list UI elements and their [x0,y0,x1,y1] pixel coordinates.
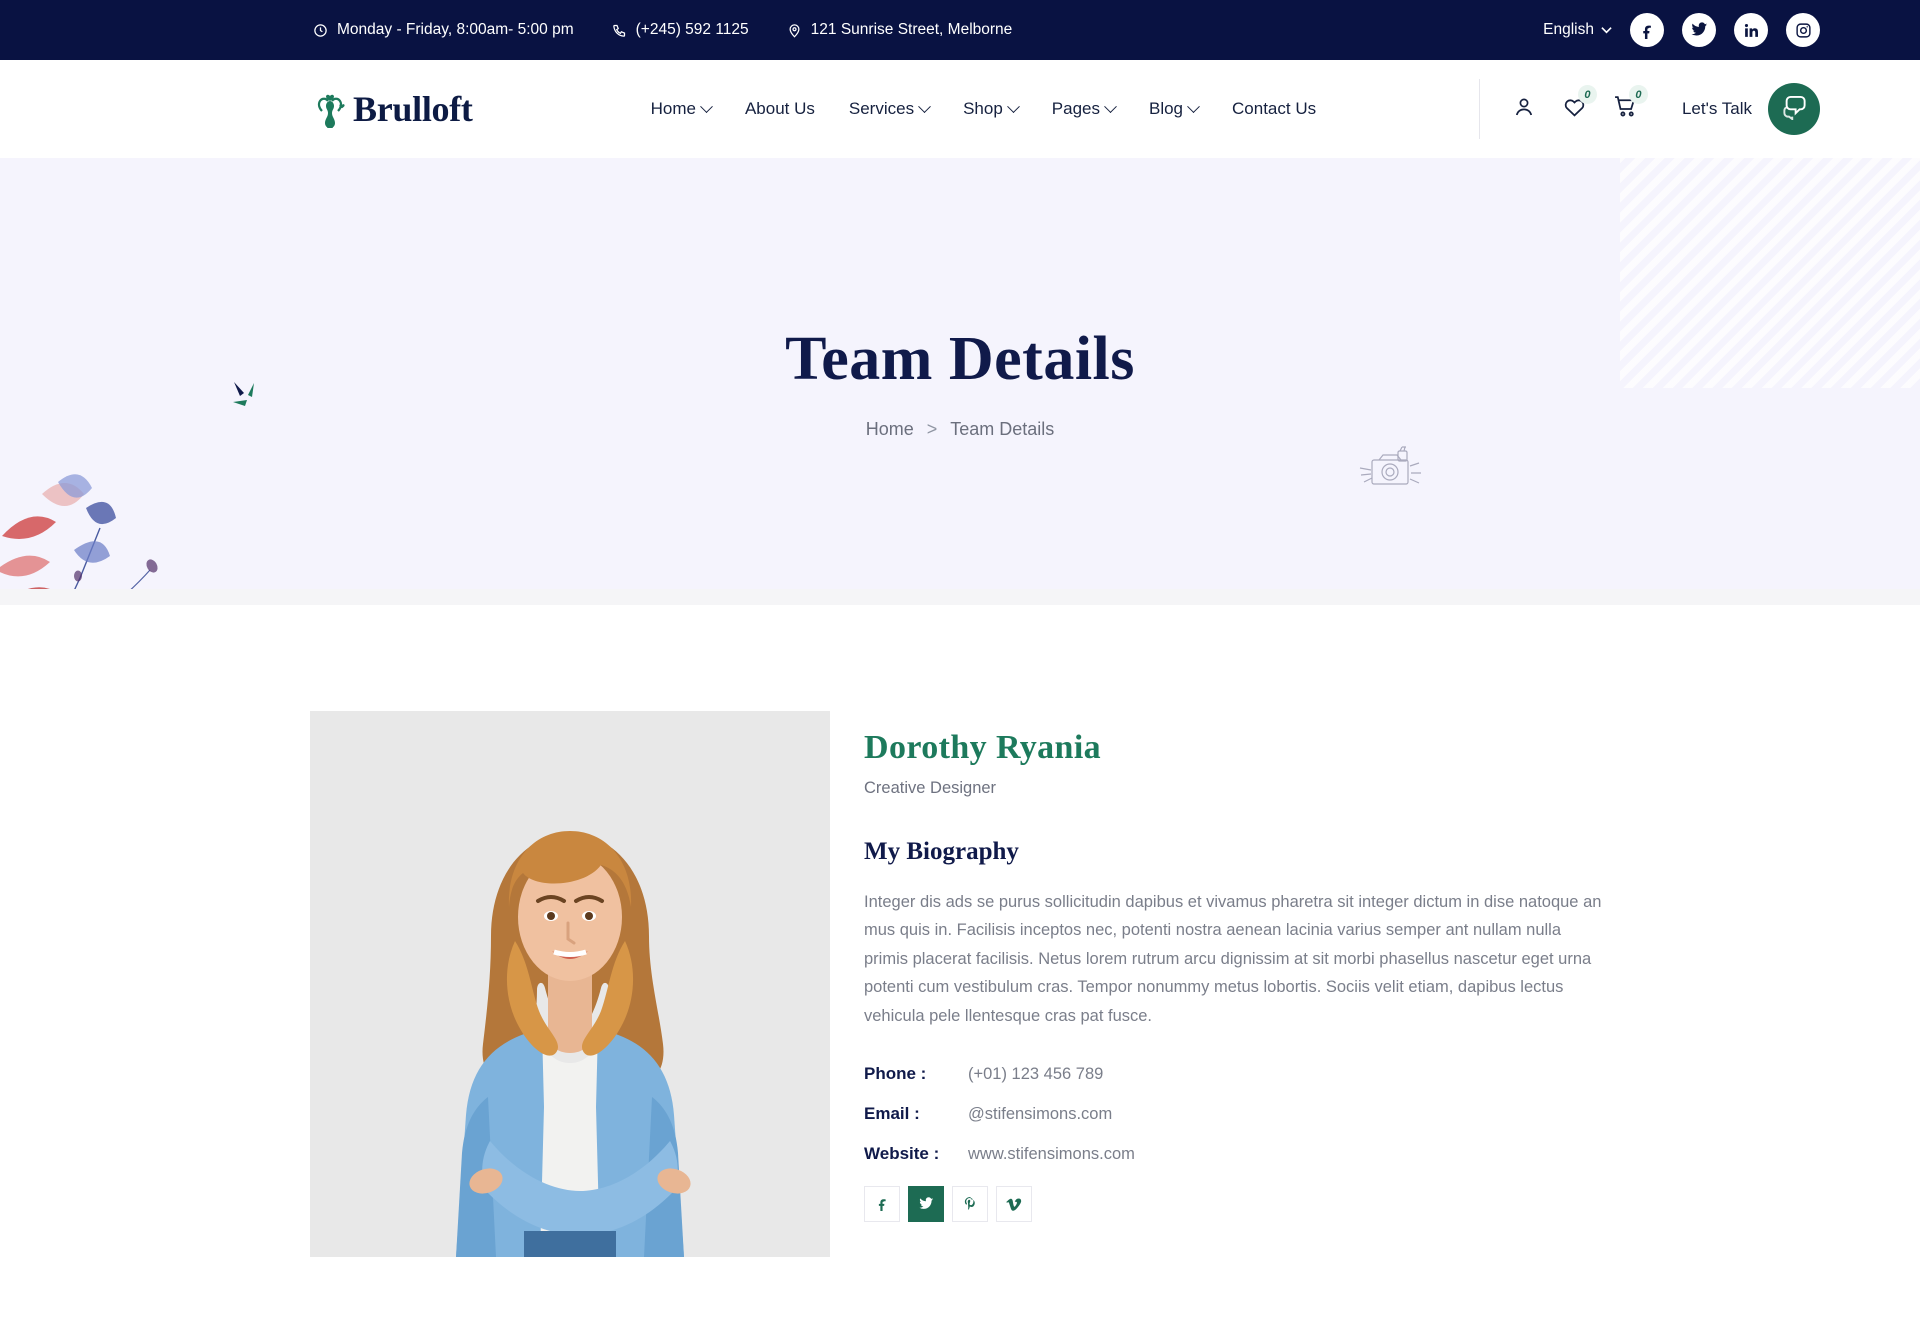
nav-item-shop[interactable]: Shop [963,99,1020,119]
header-divider [1478,79,1480,139]
facebook-icon [875,1196,890,1212]
top-bar-actions: English [1543,13,1820,47]
chat-button[interactable] [1768,83,1820,135]
wishlist-count-badge: 0 [1577,85,1597,104]
header-actions: 0 0 Let's Talk [1478,79,1820,139]
member-social-twitter[interactable] [908,1185,944,1222]
confetti-decoration-icon [228,376,270,414]
chevron-down-icon [1187,99,1200,113]
lets-talk-label[interactable]: Let's Talk [1682,99,1752,119]
linkedin-icon [1743,22,1760,39]
contact-value-website[interactable]: www.stifensimons.com [968,1145,1135,1164]
social-link-twitter[interactable] [1682,13,1716,47]
chat-bubbles-icon [1781,93,1808,125]
nav-label-home: Home [650,99,696,118]
contact-value-email[interactable]: @stifensimons.com [968,1105,1112,1124]
nav-label-about-us: About Us [744,99,815,118]
breadcrumb-current: Team Details [950,418,1055,439]
clock-icon [313,23,328,38]
user-icon [1512,98,1536,123]
account-button[interactable] [1512,95,1536,124]
chevron-down-icon [1104,99,1117,113]
member-photo-column [310,711,830,1257]
phone-icon [612,23,627,38]
facebook-icon [1639,22,1656,39]
site-header: Brulloft Home About Us Services Shop Pag… [0,60,1920,158]
contact-address-text: 121 Sunrise Street, Melborne [810,21,1013,38]
contact-row-phone: Phone : (+01) 123 456 789 [864,1064,1610,1084]
member-role: Creative Designer [864,779,997,797]
location-pin-icon [787,23,802,38]
nav-label-contact-us: Contact Us [1232,99,1317,118]
team-details-section: Dorothy Ryania Creative Designer My Biog… [0,605,1920,1257]
nav-item-services[interactable]: Services [848,99,931,119]
social-link-facebook[interactable] [1630,13,1664,47]
peacock-logo-icon [313,89,347,129]
vimeo-icon [1006,1196,1022,1212]
pinterest-icon [963,1196,978,1211]
cart-button[interactable]: 0 [1613,85,1648,124]
contact-label-website: Website : [864,1143,940,1163]
page-hero: Team Details Home > Team Details [0,158,1920,605]
brand-name: Brulloft [353,89,473,129]
breadcrumb-separator: > [926,418,938,439]
twitter-icon [918,1196,934,1212]
brand-logo[interactable]: Brulloft [313,88,473,130]
shopping-cart-icon [1613,96,1638,123]
member-portrait-photo [310,711,830,1257]
business-hours-text: Monday - Friday, 8:00am- 5:00 pm [337,21,574,38]
wishlist-button[interactable]: 0 [1562,85,1597,124]
instagram-icon [1795,22,1812,39]
member-name: Dorothy Ryania [864,729,1102,766]
camera-sketch-icon [1355,443,1427,495]
nav-item-blog[interactable]: Blog [1148,99,1200,119]
member-social-facebook[interactable] [864,1185,900,1222]
chevron-down-icon [700,99,713,113]
social-link-instagram[interactable] [1786,13,1820,47]
twitter-icon [1690,21,1708,39]
diagonal-stripes-decoration [1620,158,1920,388]
heart-icon [1562,99,1587,123]
biography-heading: My Biography [864,838,1019,865]
social-link-linkedin[interactable] [1734,13,1768,47]
contact-row-email: Email : @stifensimons.com [864,1104,1610,1124]
top-bar: Monday - Friday, 8:00am- 5:00 pm (+245) … [0,0,1920,60]
language-label: English [1543,21,1594,38]
member-info-column: Dorothy Ryania Creative Designer My Biog… [864,711,1610,1257]
member-social-links [864,1185,1610,1222]
chevron-down-icon [1601,21,1612,39]
nav-label-pages: Pages [1051,99,1100,118]
contact-label-phone: Phone : [864,1063,927,1083]
chevron-down-icon [1006,99,1020,113]
cart-count-badge: 0 [1628,85,1648,104]
contact-value-phone[interactable]: (+01) 123 456 789 [968,1065,1103,1084]
breadcrumb: Home > Team Details [866,419,1055,440]
chevron-down-icon [918,99,931,113]
hero-bottom-strip [0,589,1920,605]
nav-item-pages[interactable]: Pages [1051,99,1117,119]
main-navigation: Home About Us Services Shop Pages Blog C… [651,99,1317,119]
nav-item-contact-us[interactable]: Contact Us [1232,99,1316,119]
nav-item-home[interactable]: Home [650,99,713,119]
nav-item-about-us[interactable]: About Us [745,99,815,119]
biography-text: Integer dis ads se purus sollicitudin da… [864,893,1602,1025]
contact-row-website: Website : www.stifensimons.com [864,1144,1610,1164]
floral-branch-decoration [0,458,182,605]
contact-phone[interactable]: (+245) 592 1125 [612,21,749,39]
nav-label-services: Services [848,99,915,118]
member-social-vimeo[interactable] [996,1185,1032,1222]
breadcrumb-home[interactable]: Home [866,419,914,440]
nav-label-blog: Blog [1148,99,1184,118]
contact-address: 121 Sunrise Street, Melborne [787,21,1013,39]
page-title: Team Details [785,324,1135,393]
top-bar-info: Monday - Friday, 8:00am- 5:00 pm (+245) … [313,21,1012,39]
contact-phone-text: (+245) 592 1125 [635,21,749,38]
nav-label-shop: Shop [963,99,1003,118]
team-details-content: Dorothy Ryania Creative Designer My Biog… [310,711,1610,1257]
member-social-pinterest[interactable] [952,1185,988,1222]
language-selector[interactable]: English [1543,21,1612,39]
member-contact-list: Phone : (+01) 123 456 789 Email : @stife… [864,1064,1610,1164]
business-hours: Monday - Friday, 8:00am- 5:00 pm [313,21,574,39]
contact-label-email: Email : [864,1103,920,1123]
